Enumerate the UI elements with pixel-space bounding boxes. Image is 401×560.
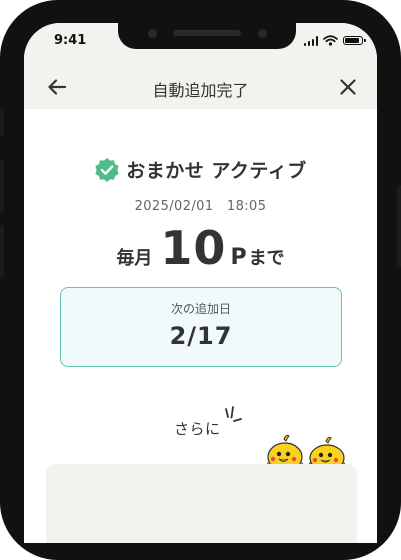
monthly-amount: 毎月 10 P まで	[24, 221, 377, 275]
wifi-icon	[323, 35, 338, 46]
camera-dot	[258, 29, 267, 38]
next-add-date-label: 次の追加日	[170, 302, 231, 316]
next-add-date-card: 次の追加日 2/17	[60, 287, 342, 367]
speaker-grille	[173, 30, 241, 36]
amount-prefix: 毎月	[116, 248, 153, 269]
phone-volume-down-button	[0, 225, 4, 277]
status-icons	[303, 35, 366, 46]
camera-dot	[148, 29, 157, 38]
battery-icon	[343, 36, 366, 45]
check-badge-icon	[95, 157, 119, 182]
phone-notch	[118, 23, 296, 49]
phone-volume-up-button	[0, 160, 4, 212]
status-row: おまかせ アクティブ	[24, 156, 377, 183]
status-time: 9:41	[54, 33, 87, 48]
status-label: おまかせ アクティブ	[126, 160, 307, 182]
cellular-signal-icon	[303, 35, 318, 46]
phone-side-button	[0, 108, 4, 136]
amount-suffix: まで	[248, 248, 285, 269]
more-label: さらに	[174, 420, 221, 438]
amount-unit: P	[230, 245, 247, 270]
sparkle-icon	[225, 406, 242, 422]
phone-power-button	[397, 185, 401, 267]
close-icon[interactable]	[337, 76, 359, 98]
more-options-card	[46, 464, 357, 543]
nav-bar: 自動追加完了	[24, 65, 377, 109]
timestamp: 2025/02/01 18:05	[134, 199, 267, 214]
next-add-date-value: 2/17	[169, 322, 233, 350]
amount-value: 10	[160, 221, 227, 275]
page-title: 自動追加完了	[152, 81, 249, 100]
phone-screen: 9:41 自動追加完了 おまかせ アクティブ 2025/02/01 18:05 …	[24, 23, 377, 543]
